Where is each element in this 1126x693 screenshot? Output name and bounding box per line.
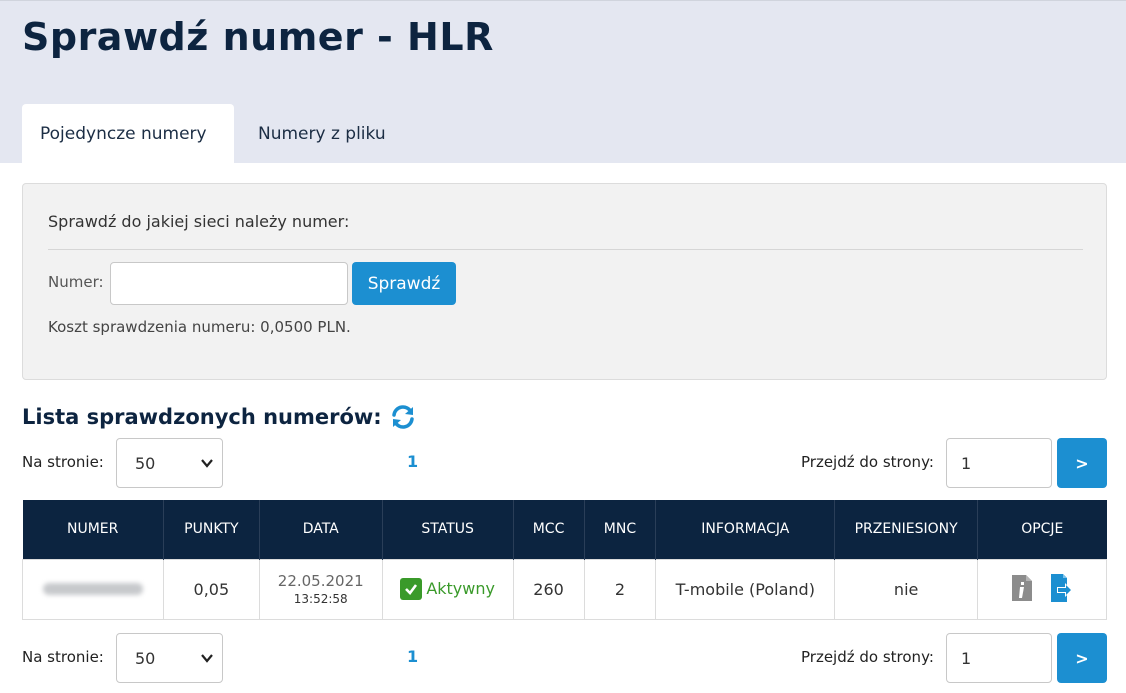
number-input[interactable] (110, 262, 348, 305)
redacted-number (42, 582, 143, 595)
column-header: NUMER (22, 500, 164, 559)
cell-information: T-mobile (Poland) (655, 558, 836, 620)
goto-label: Przejdź do strony: (801, 648, 934, 666)
list-title: Lista sprawdzonych numerów: (22, 405, 382, 429)
per-page-value: 50 (135, 648, 156, 668)
per-page-select[interactable]: 50 (116, 438, 223, 488)
per-page-label: Na stronie: (22, 648, 104, 666)
chevron-down-icon (201, 459, 213, 468)
date-value: 22.05.2021 (277, 572, 364, 590)
column-header: MNC (584, 500, 657, 559)
panel-heading: Sprawdź do jakiej sieci należy numer: (48, 212, 350, 231)
refresh-icon[interactable] (390, 404, 416, 430)
check-number-panel: Sprawdź do jakiej sieci należy numer: Nu… (22, 183, 1107, 380)
table-row: 0,05 22.05.2021 13:52:58 Aktywny 260 2 T… (22, 558, 1107, 620)
per-page-label: Na stronie: (22, 453, 104, 471)
pager-top: Na stronie: 50 1 Przejdź do strony: 1 > (22, 438, 1107, 488)
info-file-icon[interactable] (1011, 574, 1033, 602)
column-header: PUNKTY (163, 500, 260, 559)
cell-date: 22.05.2021 13:52:58 (258, 558, 383, 620)
time-value: 13:52:58 (293, 592, 348, 606)
goto-label: Przejdź do strony: (801, 453, 934, 471)
column-header: DATA (259, 500, 383, 559)
page-link-current[interactable]: 1 (407, 452, 418, 471)
page-link-current[interactable]: 1 (407, 647, 418, 666)
page-header: Sprawdź numer - HLR Pojedyncze numery Nu… (0, 0, 1126, 164)
export-icon[interactable] (1049, 573, 1073, 603)
goto-page-input[interactable]: 1 (946, 633, 1052, 683)
list-title-row: Lista sprawdzonych numerów: (22, 404, 416, 430)
pager-bottom: Na stronie: 50 1 Przejdź do strony: 1 > (22, 633, 1107, 683)
cost-text: Koszt sprawdzenia numeru: 0,0500 PLN. (48, 318, 351, 336)
cell-points: 0,05 (162, 558, 260, 620)
check-button[interactable]: Sprawdź (352, 262, 456, 305)
cell-options (977, 558, 1107, 620)
page-title: Sprawdź numer - HLR (22, 15, 494, 59)
column-header: STATUS (382, 500, 514, 559)
cell-status: Aktywny (381, 558, 514, 620)
column-header: PRZENIESIONY (834, 500, 979, 559)
column-header: OPCJE (977, 500, 1107, 559)
cell-number (22, 558, 164, 620)
results-table: NUMER PUNKTY DATA STATUS MCC MNC INFORMA… (22, 500, 1107, 620)
column-header: INFORMACJA (655, 500, 836, 559)
status-badge: Aktywny (400, 577, 495, 600)
tab-single-numbers[interactable]: Pojedyncze numery (22, 104, 234, 164)
goto-page-button[interactable]: > (1057, 438, 1107, 488)
chevron-down-icon (201, 654, 213, 663)
check-icon (400, 577, 423, 600)
number-label: Numer: (48, 273, 104, 291)
goto-page-button[interactable]: > (1057, 633, 1107, 683)
cell-mcc: 260 (512, 558, 585, 620)
panel-divider (48, 249, 1083, 250)
table-header-row: NUMER PUNKTY DATA STATUS MCC MNC INFORMA… (22, 500, 1107, 559)
goto-page-input[interactable]: 1 (946, 438, 1052, 488)
cell-ported: nie (834, 558, 979, 620)
per-page-value: 50 (135, 453, 156, 473)
status-text: Aktywny (426, 579, 495, 598)
column-header: MCC (513, 500, 585, 559)
cell-mnc: 2 (583, 558, 657, 620)
tab-numbers-from-file[interactable]: Numery z pliku (240, 104, 404, 164)
per-page-select[interactable]: 50 (116, 633, 223, 683)
